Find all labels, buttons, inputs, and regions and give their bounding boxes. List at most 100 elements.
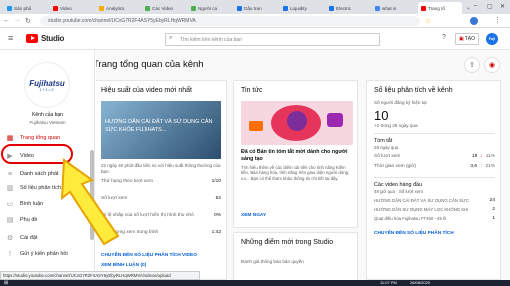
analytics-icon: ▥ bbox=[6, 185, 14, 192]
card-title: Hiệu suất của video mới nhất bbox=[101, 87, 192, 94]
tab-label: what is bbox=[382, 5, 397, 11]
playlist-icon: ≡ bbox=[7, 170, 13, 178]
top-video-title: HƯỚNG DẪN SỬ DỤNG MÁY LỌC KHÔNG KHÍ bbox=[374, 207, 469, 212]
browser-tab[interactable]: Video bbox=[50, 2, 94, 14]
browser-status-bar: https://studio.youtube.com/channel/UCxG7… bbox=[0, 271, 200, 280]
sidebar-item-label: Số liệu phân tích bbox=[20, 185, 61, 191]
browser-tab[interactable]: what is bbox=[372, 2, 416, 14]
tab-label: Sản phẩ bbox=[14, 5, 32, 11]
help-icon[interactable]: ? bbox=[442, 34, 446, 41]
gear-icon: ⚙ bbox=[6, 235, 14, 242]
browser-tab[interactable]: Sản phẩ bbox=[4, 2, 48, 14]
tab-label: Liquidity bbox=[290, 5, 307, 11]
tab-label: Video bbox=[60, 5, 72, 11]
taskbar-clock: 11:07 PM bbox=[380, 280, 397, 285]
forward-icon[interactable]: → bbox=[14, 17, 21, 24]
metric-label: Số lượt xem bbox=[374, 154, 401, 159]
news-body: Tìm hiểu thêm về các điểm cải tiến cho t… bbox=[241, 165, 350, 181]
url-field[interactable]: studio.youtube.com/channel/UCxG7R2F4ASY5… bbox=[40, 16, 420, 26]
youtube-logo-icon[interactable] bbox=[26, 34, 38, 43]
menu-dots-icon[interactable]: ⋮ bbox=[494, 16, 501, 24]
tab-favicon-icon bbox=[53, 5, 58, 11]
tab-favicon-icon bbox=[7, 5, 12, 11]
tab-favicon-icon bbox=[145, 5, 150, 11]
browser-tab[interactable]: Liquidity bbox=[280, 2, 324, 14]
tab-favicon-icon bbox=[283, 5, 288, 11]
video-thumbnail[interactable]: HƯỚNG DẪN CÀI ĐẶT VÀ SỬ DỤNG CÂN SỨC KHỎ… bbox=[101, 101, 221, 159]
video-analytics-link[interactable]: CHUYỂN ĐẾN SỐ LIỆU PHÂN TÍCH VIDEO bbox=[101, 253, 197, 258]
browser-tab[interactable]: Electric bbox=[326, 2, 370, 14]
tab-favicon-icon bbox=[329, 5, 334, 11]
update-item[interactable]: Đánh giá thông báo bản quyền bbox=[241, 259, 304, 264]
live-icon[interactable]: ◉ bbox=[484, 57, 500, 73]
trend-arrow-icon: ↑ bbox=[479, 164, 483, 169]
minimize-icon[interactable]: – bbox=[474, 3, 477, 9]
view-now-link[interactable]: XEM NGAY bbox=[241, 213, 266, 218]
metric-value: 3,6 bbox=[470, 164, 477, 169]
profile-avatar[interactable] bbox=[470, 17, 478, 25]
taskbar-date: 26/08/2020 bbox=[410, 280, 431, 285]
news-card: Tin tức Đã có Bản tin tóm tắt mới dành c… bbox=[233, 80, 358, 228]
tab-label: Analytics bbox=[106, 5, 125, 11]
metric-values: 19 ↓ 11% bbox=[472, 154, 495, 159]
star-icon[interactable]: ☆ bbox=[425, 17, 431, 25]
reload-icon[interactable]: ↻ bbox=[25, 17, 31, 25]
browser-tab[interactable]: Trang tổ bbox=[418, 2, 462, 14]
top-video-row[interactable]: HƯỚNG DẪN CÀI ĐẶT VÀ SỬ DỤNG CÂN SỨC 24 bbox=[374, 198, 495, 203]
summary-metric-row: Thời gian xem (giờ) 3,6 ↑ 21% bbox=[374, 164, 495, 169]
feedback-icon: ! bbox=[9, 250, 11, 258]
metric-value: 19 bbox=[472, 154, 478, 159]
windows-taskbar: ⊞ 11:07 PM 26/08/2020 bbox=[0, 280, 510, 286]
top-video-views: 2 bbox=[492, 207, 495, 212]
metric-label: Thời gian xem (giờ) bbox=[374, 164, 417, 169]
create-button[interactable]: ▣ TẠO bbox=[455, 33, 479, 45]
main-content: Trang tổng quan của kênh ⇪ ◉ Hiệu suất c… bbox=[96, 50, 510, 280]
analytics-link[interactable]: CHUYỂN ĐẾN SỐ LIỆU PHÂN TÍCH bbox=[374, 231, 454, 236]
studio-updates-card: Những điểm mới trong Studio Đánh giá thô… bbox=[233, 232, 358, 280]
account-avatar[interactable]: Fuji bbox=[486, 33, 498, 45]
sidebar-item-label: Trang tổng quan bbox=[20, 135, 61, 141]
hamburger-menu-icon[interactable]: ≡ bbox=[8, 33, 13, 43]
sidebar-item-label: Cài đặt bbox=[20, 235, 38, 241]
studio-logo-text: Studio bbox=[41, 34, 65, 43]
subscriber-count: 10 bbox=[374, 108, 389, 123]
search-icon: ⌕ bbox=[169, 35, 173, 41]
view-comments-link[interactable]: XEM BÌNH LUẬN (0) bbox=[101, 263, 146, 268]
trend-arrow-icon: ↓ bbox=[480, 154, 483, 159]
arrow-annotation bbox=[60, 158, 120, 246]
new-tab-button[interactable]: + bbox=[464, 2, 474, 14]
search-input[interactable]: Tìm kiếm trên kênh của bạn bbox=[165, 33, 380, 46]
close-icon[interactable]: ✕ bbox=[500, 3, 505, 10]
top-video-views: 24 bbox=[489, 198, 495, 203]
metric-value: 0% bbox=[214, 213, 221, 218]
address-bar: ← → ↻ studio.youtube.com/channel/UCxG7R2… bbox=[0, 14, 510, 28]
metric-change: 21% bbox=[485, 164, 495, 169]
top-video-row[interactable]: Quạt điều hòa Fujihatsu FT450 - 45 lít 1 bbox=[374, 216, 495, 221]
top-video-views: 1 bbox=[492, 216, 495, 221]
browser-tab[interactable]: Các Video bbox=[142, 2, 186, 14]
sidebar-item[interactable]: ▦ Trang tổng quan bbox=[0, 131, 95, 145]
upload-icon[interactable]: ⇪ bbox=[464, 57, 480, 73]
metric-values: 3,6 ↑ 21% bbox=[470, 164, 495, 169]
windows-start-icon[interactable]: ⊞ bbox=[4, 280, 8, 286]
browser-tab[interactable]: Người ca bbox=[188, 2, 232, 14]
tab-favicon-icon bbox=[191, 5, 196, 11]
tab-favicon-icon bbox=[99, 5, 104, 11]
channel-logo[interactable]: Fujihatsu 1+1=2 bbox=[24, 62, 70, 108]
sidebar-item-label: Phụ đề bbox=[20, 217, 38, 223]
camera-icon: ▣ bbox=[458, 36, 464, 42]
news-headline: Đã có Bản tin tóm tắt mới dành cho người… bbox=[241, 149, 348, 162]
tab-label: Electric bbox=[336, 5, 352, 11]
browser-tab-bar: Sản phẩ Video Analytics Các Video Người ca Dấ… bbox=[0, 0, 510, 14]
browser-tab[interactable]: Analytics bbox=[96, 2, 140, 14]
sidebar-item-label: Bình luận bbox=[20, 201, 44, 207]
news-image[interactable] bbox=[241, 101, 353, 145]
subtitle-icon: ▤ bbox=[6, 217, 14, 224]
top-video-title: Quạt điều hòa Fujihatsu FT450 - 45 lít bbox=[374, 216, 447, 221]
sidebar-item[interactable]: ! Gửi ý kiến phản hồi bbox=[0, 247, 95, 261]
back-icon[interactable]: ← bbox=[3, 17, 10, 24]
sidebar-item-label: Danh sách phát bbox=[20, 171, 59, 177]
top-video-row[interactable]: HƯỚNG DẪN SỬ DỤNG MÁY LỌC KHÔNG KHÍ 2 bbox=[374, 207, 495, 212]
browser-tab[interactable]: Dấu tran bbox=[234, 2, 278, 14]
maximize-icon[interactable]: ▢ bbox=[487, 3, 493, 10]
